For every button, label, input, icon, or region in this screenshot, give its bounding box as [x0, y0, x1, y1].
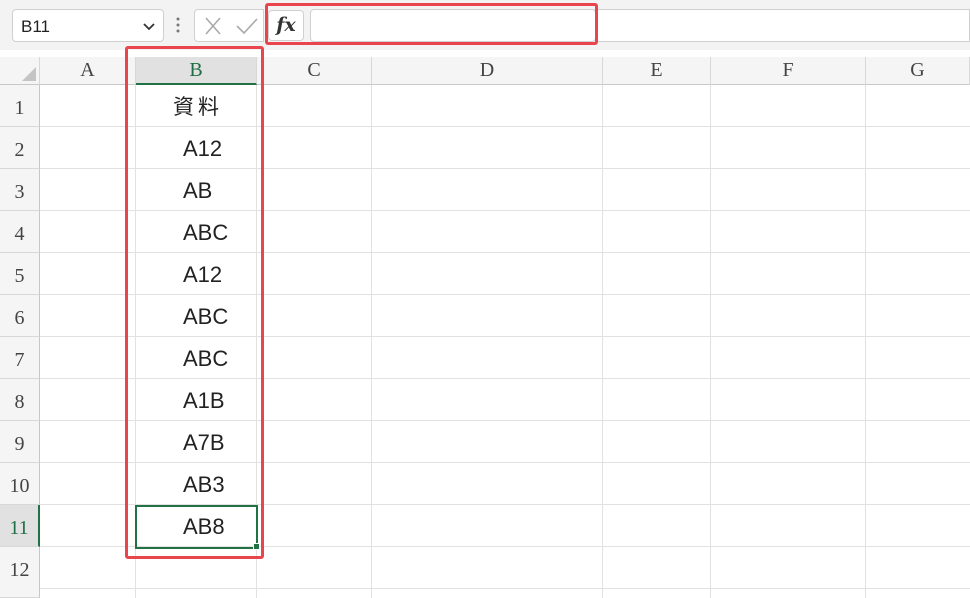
column-header-g[interactable]: G — [866, 57, 970, 85]
column-header-c[interactable]: C — [257, 57, 372, 85]
formula-input-extension[interactable] — [598, 9, 970, 42]
row-header-6[interactable]: 6 — [0, 295, 40, 337]
row-header-10[interactable]: 10 — [0, 463, 40, 505]
cell-b5[interactable]: A12 — [136, 253, 256, 295]
row-header-11[interactable]: 11 — [0, 505, 40, 547]
formula-buttons — [194, 9, 264, 42]
column-header-f[interactable]: F — [711, 57, 866, 85]
cell-b6[interactable]: ABC — [136, 295, 256, 337]
column-header-e[interactable]: E — [603, 57, 711, 85]
cell-b3[interactable]: AB — [136, 169, 256, 211]
select-all-corner[interactable] — [0, 57, 40, 85]
cell-b1[interactable]: 資料 — [136, 85, 256, 127]
row-header-9[interactable]: 9 — [0, 421, 40, 463]
cell-b11[interactable]: AB8 — [136, 505, 256, 547]
column-header-d[interactable]: D — [372, 57, 603, 85]
formula-input[interactable] — [310, 9, 596, 42]
row-header-3[interactable]: 3 — [0, 169, 40, 211]
row-header-7[interactable]: 7 — [0, 337, 40, 379]
row-header-12[interactable]: 12 — [0, 547, 40, 598]
cell-b10[interactable]: AB3 — [136, 463, 256, 505]
chevron-down-icon[interactable] — [141, 18, 157, 34]
enter-check-icon[interactable] — [235, 17, 259, 35]
cell-b2[interactable]: A12 — [136, 127, 256, 169]
row-header-5[interactable]: 5 — [0, 253, 40, 295]
row-header-2[interactable]: 2 — [0, 127, 40, 169]
name-box[interactable]: B11 — [12, 9, 164, 42]
name-box-value: B11 — [21, 17, 50, 36]
more-options-icon[interactable] — [175, 15, 181, 35]
row-header-1[interactable]: 1 — [0, 85, 40, 127]
fill-handle[interactable] — [253, 543, 260, 550]
cell-b7[interactable]: ABC — [136, 337, 256, 379]
cancel-icon[interactable] — [203, 17, 223, 35]
column-header-b[interactable]: B — [136, 57, 257, 85]
row-header-4[interactable]: 4 — [0, 211, 40, 253]
insert-function-button[interactable]: fx — [268, 10, 304, 41]
column-header-a[interactable]: A — [40, 57, 136, 85]
row-header-8[interactable]: 8 — [0, 379, 40, 421]
formula-bar: B11 fx — [0, 0, 970, 50]
cell-b8[interactable]: A1B — [136, 379, 256, 421]
cell-b4[interactable]: ABC — [136, 211, 256, 253]
cell-b9[interactable]: A7B — [136, 421, 256, 463]
